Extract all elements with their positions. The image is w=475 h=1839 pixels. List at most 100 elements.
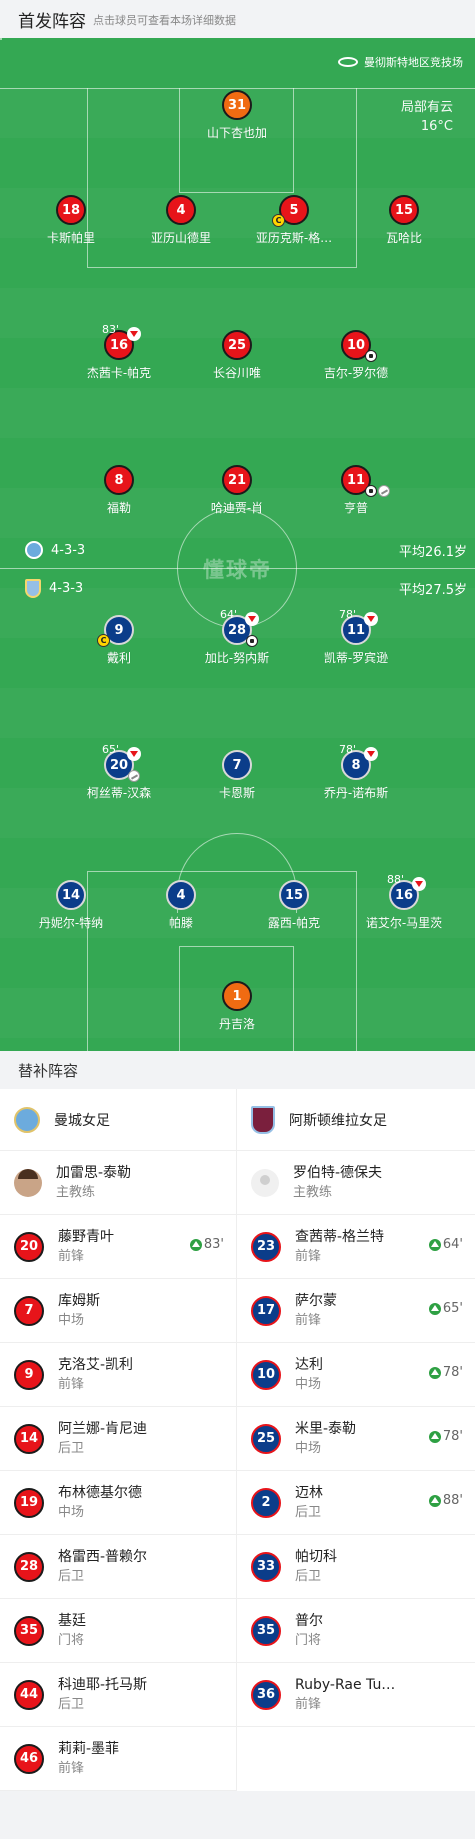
sub-player-row[interactable]: 44 科迪耶-托马斯 后卫: [0, 1663, 236, 1727]
away-player[interactable]: 20 65' 柯丝蒂-汉森: [59, 743, 179, 801]
jersey-number: 1: [222, 981, 252, 1011]
sub-out-icon: [127, 327, 141, 341]
goal-ball-icon: [365, 350, 377, 362]
home-player[interactable]: 8 福勒: [59, 465, 179, 516]
sub-player-row[interactable]: 9 克洛艾-凯利 前锋: [0, 1343, 236, 1407]
sub-player-info: 萨尔蒙 前锋: [295, 1291, 337, 1331]
jersey-number: 17: [251, 1295, 281, 1326]
jersey-number: 19: [14, 1487, 44, 1518]
sub-player-row[interactable]: 35 基廷 门将: [0, 1599, 236, 1663]
sub-player-info: 莉莉-墨菲 前锋: [58, 1739, 119, 1779]
sub-player-row[interactable]: 10 达利 中场 78': [237, 1343, 475, 1407]
sub-player-row[interactable]: 36 Ruby-Rae Tu… 前锋: [237, 1663, 475, 1727]
home-player[interactable]: 18 卡斯帕里: [11, 195, 131, 246]
sub-player-row[interactable]: 2 迈林 后卫 88': [237, 1471, 475, 1535]
sub-out-icon: [412, 877, 426, 891]
sub-player-position: 前锋: [295, 1696, 322, 1712]
away-player[interactable]: 15 露西-帕克: [234, 880, 354, 931]
sub-player-info: 克洛艾-凯利 前锋: [58, 1355, 133, 1395]
home-player[interactable]: 21 哈迪贾-肖: [177, 465, 297, 516]
player-name: 长谷川唯: [212, 366, 261, 380]
away-player[interactable]: 4 帕滕: [121, 880, 241, 931]
sub-in-icon: [428, 1494, 441, 1507]
home-player[interactable]: 31 山下杏也加: [177, 90, 297, 141]
sub-player-position: 后卫: [58, 1440, 85, 1456]
away-formation: 4-3-3: [49, 581, 84, 596]
player-name: 卡恩斯: [218, 786, 255, 800]
sub-player-position: 后卫: [295, 1568, 322, 1584]
sub-player-row[interactable]: 28 格雷西-普赖尔 后卫: [0, 1535, 236, 1599]
jersey-wrap: 11: [341, 465, 390, 497]
sub-player-info: 达利 中场: [295, 1355, 323, 1395]
sub-player-position: 门将: [58, 1632, 85, 1648]
home-coach[interactable]: 加雷思-泰勒 主教练: [0, 1151, 236, 1215]
sub-player-row[interactable]: 14 阿兰娜-肯尼迪 后卫: [0, 1407, 236, 1471]
away-player[interactable]: 7 卡恩斯: [177, 750, 297, 801]
sub-player-row[interactable]: 33 帕切科 后卫: [237, 1535, 475, 1599]
sub-player-info: 科迪耶-托马斯 后卫: [58, 1675, 147, 1715]
away-player[interactable]: 14 丹妮尔-特纳: [11, 880, 131, 931]
home-player[interactable]: 4 亚历山德里: [121, 195, 241, 246]
jersey-number: 35: [251, 1615, 281, 1646]
away-coach[interactable]: 罗伯特-德保夫 主教练: [237, 1151, 475, 1215]
sub-player-position: 中场: [295, 1440, 322, 1456]
player-name: 福勒: [106, 501, 131, 515]
home-player[interactable]: 11 亨普: [296, 465, 416, 516]
sub-player-row[interactable]: 7 库姆斯 中场: [0, 1279, 236, 1343]
home-player[interactable]: 16 83' 杰茜卡-帕克: [59, 323, 179, 381]
sub-player-name: Ruby-Rae Tu…: [295, 1676, 396, 1693]
aston-villa-logo-icon: [25, 579, 41, 598]
jersey-number: 5: [289, 202, 299, 218]
away-player[interactable]: 11 78' 凯蒂-罗宾逊: [296, 608, 416, 666]
jersey-number: 20: [14, 1231, 44, 1262]
sub-player-position: 前锋: [295, 1248, 322, 1264]
player-name: 亨普: [343, 501, 368, 515]
sub-player-row[interactable]: 25 米里-泰勒 中场 78': [237, 1407, 475, 1471]
subs-list: 曼城女足 加雷思-泰勒 主教练 20 藤野青叶 前锋 83' 7 库姆斯 中场 9 …: [0, 1089, 475, 1791]
away-team-row: 阿斯顿维拉女足: [237, 1089, 475, 1151]
jersey-number: 44: [14, 1679, 44, 1710]
sub-in: 83': [189, 1237, 224, 1252]
player-name: 丹妮尔-特纳: [38, 916, 104, 930]
coach-info: 罗伯特-德保夫 主教练: [293, 1163, 382, 1203]
subs-title: 替补阵容: [0, 1051, 475, 1089]
away-player[interactable]: 16 88' 诺艾尔-马里茨: [344, 873, 464, 931]
away-player[interactable]: 9 C 戴利: [59, 615, 179, 666]
home-player[interactable]: 10 吉尔-罗尔德: [296, 330, 416, 381]
sub-player-name: 藤野青叶: [58, 1228, 114, 1245]
jersey-number: 28: [227, 622, 247, 638]
home-player[interactable]: 5 C 亚历克斯-格…: [234, 195, 354, 246]
jersey-wrap: 5 C: [272, 195, 309, 227]
weather-temp: 16°C: [420, 119, 453, 134]
sub-player-name: 克洛艾-凯利: [58, 1356, 134, 1373]
jersey-number: 16: [394, 887, 414, 903]
man-city-logo-icon: [14, 1106, 40, 1133]
jersey-number: 10: [346, 337, 366, 353]
pitch: 曼彻斯特地区竞技场 局部有云 16°C 懂球帝 4-3-3 平均26.1岁 4-…: [0, 38, 475, 1051]
sub-minute: 65': [102, 743, 120, 756]
sub-player-row[interactable]: 20 藤野青叶 前锋 83': [0, 1215, 236, 1279]
sub-player-row[interactable]: 23 查茜蒂-格兰特 前锋 64': [237, 1215, 475, 1279]
home-player[interactable]: 25 长谷川唯: [177, 330, 297, 381]
sub-player-info: Ruby-Rae Tu… 前锋: [295, 1675, 395, 1715]
sub-player-info: 基廷 门将: [58, 1611, 86, 1651]
sub-in-icon: [428, 1430, 441, 1443]
sub-player-row[interactable]: 35 普尔 门将: [237, 1599, 475, 1663]
sub-player-row[interactable]: 46 莉莉-墨菲 前锋: [0, 1727, 236, 1791]
sub-in-icon: [428, 1366, 441, 1379]
lineup-hint: 点击球员可查看本场详细数据: [93, 14, 236, 27]
sub-player-row[interactable]: 17 萨尔蒙 前锋 65': [237, 1279, 475, 1343]
away-player[interactable]: 8 78' 乔丹-诺布斯: [296, 743, 416, 801]
sub-player-row[interactable]: 19 布林德基尔德 中场: [0, 1471, 236, 1535]
home-player[interactable]: 15 瓦哈比: [344, 195, 464, 246]
away-player[interactable]: 28 64' 加比-努内斯: [177, 608, 297, 666]
sub-in-minute: 88': [442, 1493, 463, 1508]
sub-player-info: 阿兰娜-肯尼迪 后卫: [58, 1419, 147, 1459]
captain-badge-icon: C: [272, 214, 285, 227]
sub-in-minute: 65': [442, 1301, 463, 1316]
sub-player-position: 中场: [58, 1504, 85, 1520]
sub-player-position: 前锋: [295, 1312, 322, 1328]
assist-boot-icon: [378, 485, 390, 497]
jersey-number: 8: [104, 465, 134, 495]
away-player[interactable]: 1 丹吉洛: [177, 981, 297, 1032]
